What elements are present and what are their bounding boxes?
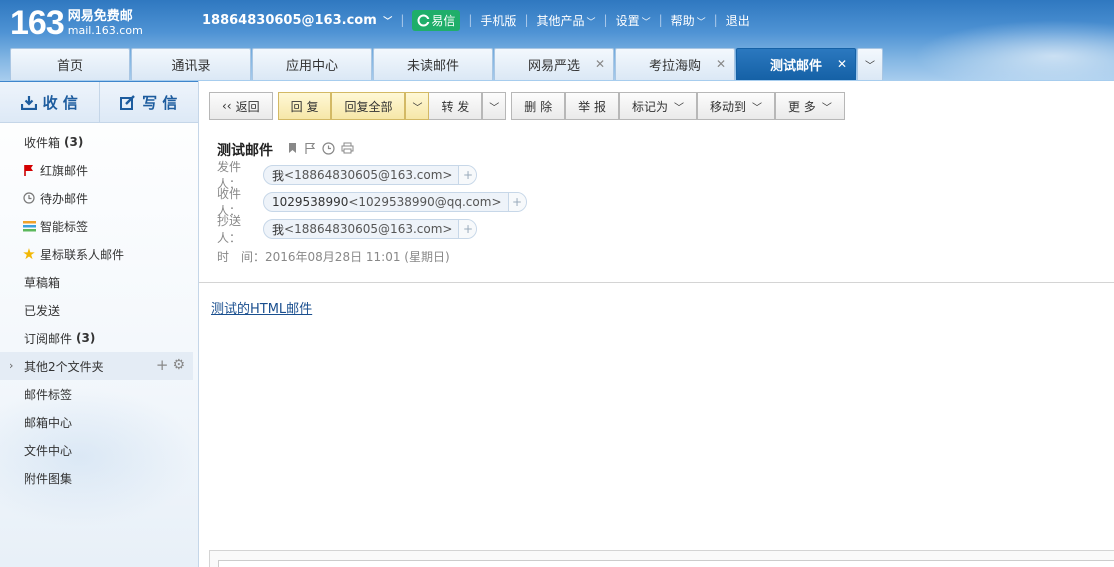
chevron-down-icon: ﹀ (586, 17, 596, 28)
from-row: 发件人： 我 <18864830605@163.com> + (217, 160, 527, 191)
clock-icon[interactable] (322, 142, 335, 158)
reply-all-button[interactable]: 回复全部 (331, 92, 406, 120)
tab-more-button[interactable]: ﹀ (857, 48, 883, 80)
chevron-down-icon: ﹀ (751, 102, 762, 114)
folder-others-group[interactable]: › 其他2个文件夹 + ⚙ (0, 352, 193, 380)
chevron-down-icon: ﹀ (412, 102, 423, 114)
chevron-down-icon: ﹀ (383, 16, 393, 27)
reply-dropdown[interactable]: ﹀ (405, 92, 430, 120)
folder-red-flag[interactable]: 红旗邮件 (0, 156, 198, 184)
logo-name: 网易免费邮 (67, 9, 133, 24)
time-row: 时 间： 2016年08月28日 11:01 (星期日) (217, 249, 450, 264)
folder-sent[interactable]: 已发送 (0, 296, 198, 324)
add-contact-icon[interactable]: + (458, 220, 477, 238)
gear-icon[interactable]: ⚙ (172, 358, 185, 373)
delete-button[interactable]: 删 除 (511, 92, 566, 120)
reply-button[interactable]: 回 复 (277, 92, 332, 120)
folder-todo[interactable]: 待办邮件 (0, 184, 198, 212)
download-icon (20, 95, 37, 110)
top-header: 163 网易免费邮 mail.163.com 18864830605@163.c… (0, 0, 1114, 81)
tab-app-center[interactable]: 应用中心 (252, 48, 372, 80)
mail-header: 测试邮件 发件人： 我 <18864830605@163.com> + 收件人： 1… (217, 141, 527, 267)
tab-unread[interactable]: 未读邮件 (373, 48, 493, 80)
to-row: 收件人： 1029538990 <1029538990@qq.com> + (217, 187, 527, 218)
back-button[interactable]: ‹‹ 返回 (209, 92, 273, 120)
logo-number: 163 (10, 4, 65, 42)
double-chevron-left-icon: ‹‹ (222, 99, 232, 113)
bookmark-icon[interactable] (287, 142, 298, 158)
chevron-down-icon: ﹀ (641, 17, 651, 28)
folder-inbox[interactable]: 收件箱 (3) (0, 128, 198, 156)
folder-list: 收件箱 (3) 红旗邮件 待办邮件 智能标签 ★ 星标联系人邮件 草稿箱 已发送 … (0, 123, 198, 492)
recipient-chip[interactable]: 1029538990 <1029538990@qq.com> + (263, 192, 527, 212)
folder-smart-tags[interactable]: 智能标签 (0, 212, 198, 240)
tab-home[interactable]: 首页 (10, 48, 130, 80)
forward-dropdown[interactable]: ﹀ (482, 92, 507, 120)
sender-chip[interactable]: 我 <18864830605@163.com> + (263, 165, 478, 185)
cc-row: 抄送人： 我 <18864830605@163.com> + (217, 214, 527, 245)
logo[interactable]: 163 网易免费邮 mail.163.com (10, 6, 143, 40)
logo-domain: mail.163.com (67, 24, 143, 37)
settings-menu[interactable]: 设置 ﹀ (616, 12, 651, 29)
mobile-link[interactable]: 手机版 (480, 12, 516, 29)
chevron-right-icon[interactable]: › (9, 359, 13, 372)
close-icon[interactable]: ✕ (595, 57, 605, 71)
print-icon[interactable] (341, 142, 354, 158)
compose-button[interactable]: 写 信 (98, 82, 199, 122)
mail-subject: 测试邮件 (217, 143, 273, 159)
folder-drafts[interactable]: 草稿箱 (0, 268, 198, 296)
quick-reply-area (209, 550, 1114, 567)
mail-view: ‹‹ 返回 回 复 回复全部 ﹀ 转 发 ﹀ 删 除 举 报 标记为 ﹀ 移动到 ﹀ … (199, 81, 1114, 567)
folder-mailbox-center[interactable]: 邮箱中心 (0, 408, 198, 436)
chevron-down-icon: ﹀ (865, 61, 875, 72)
folder-starred-contacts[interactable]: ★ 星标联系人邮件 (0, 240, 198, 268)
add-contact-icon[interactable]: + (507, 193, 526, 211)
mail-toolbar: ‹‹ 返回 回 复 回复全部 ﹀ 转 发 ﹀ 删 除 举 报 标记为 ﹀ 移动到 ﹀ … (209, 92, 850, 120)
edit-icon (120, 94, 135, 110)
other-products-menu[interactable]: 其他产品 ﹀ (536, 12, 595, 29)
flag-icon[interactable] (304, 142, 316, 158)
yixin-button[interactable]: 易信 (412, 9, 461, 31)
close-icon[interactable]: ✕ (837, 57, 847, 71)
add-folder-icon[interactable]: + (156, 358, 169, 373)
add-contact-icon[interactable]: + (458, 166, 477, 184)
cc-chip[interactable]: 我 <18864830605@163.com> + (263, 219, 478, 239)
tab-bar: 首页 通讯录 应用中心 未读邮件 网易严选 ✕ 考拉海购 ✕ 测试邮件 ✕ ﹀ (10, 48, 884, 80)
folder-attachment-gallery[interactable]: 附件图集 (0, 464, 198, 492)
chevron-down-icon: ﹀ (696, 17, 706, 28)
quick-reply-input[interactable] (218, 560, 1114, 567)
red-flag-icon (22, 163, 36, 177)
chevron-down-icon: ﹀ (821, 102, 832, 114)
divider (199, 282, 1114, 283)
mail-time: 2016年08月28日 11:01 (星期日) (265, 249, 450, 264)
logout-link[interactable]: 退出 (726, 12, 750, 29)
report-button[interactable]: 举 报 (565, 92, 619, 120)
folder-file-center[interactable]: 文件中心 (0, 436, 198, 464)
header-links: 18864830605@163.com ﹀ | 易信 | 手机版 | 其他产品 ﹀… (202, 9, 750, 31)
tag-stack-icon (22, 219, 36, 233)
chevron-down-icon: ﹀ (489, 102, 500, 114)
folder-subscriptions[interactable]: 订阅邮件 (3) (0, 324, 198, 352)
clock-icon (22, 191, 36, 205)
mark-as-menu[interactable]: 标记为 ﹀ (618, 92, 697, 120)
help-menu[interactable]: 帮助 ﹀ (671, 12, 706, 29)
header-cloud-decoration (914, 20, 1114, 80)
close-icon[interactable]: ✕ (716, 57, 726, 71)
folder-mail-tags[interactable]: 邮件标签 (0, 380, 198, 408)
more-menu[interactable]: 更 多 ﹀ (774, 92, 845, 120)
mail-body-link[interactable]: 测试的HTML邮件 (211, 298, 312, 317)
receive-button[interactable]: 收 信 (0, 82, 99, 122)
tab-yanxuan[interactable]: 网易严选 ✕ (494, 48, 614, 80)
account-menu[interactable]: 18864830605@163.com ﹀ (202, 13, 392, 28)
sidebar: 收 信 写 信 收件箱 (3) 红旗邮件 待办邮件 智能标签 ★ 星标联系人邮件 … (0, 81, 199, 567)
tab-contacts[interactable]: 通讯录 (131, 48, 251, 80)
yixin-icon (417, 14, 431, 26)
tab-test-mail[interactable]: 测试邮件 ✕ (736, 48, 856, 80)
star-icon: ★ (22, 245, 36, 263)
tab-kaola[interactable]: 考拉海购 ✕ (615, 48, 735, 80)
chevron-down-icon: ﹀ (673, 102, 684, 114)
move-to-menu[interactable]: 移动到 ﹀ (696, 92, 775, 120)
forward-button[interactable]: 转 发 (429, 92, 483, 120)
